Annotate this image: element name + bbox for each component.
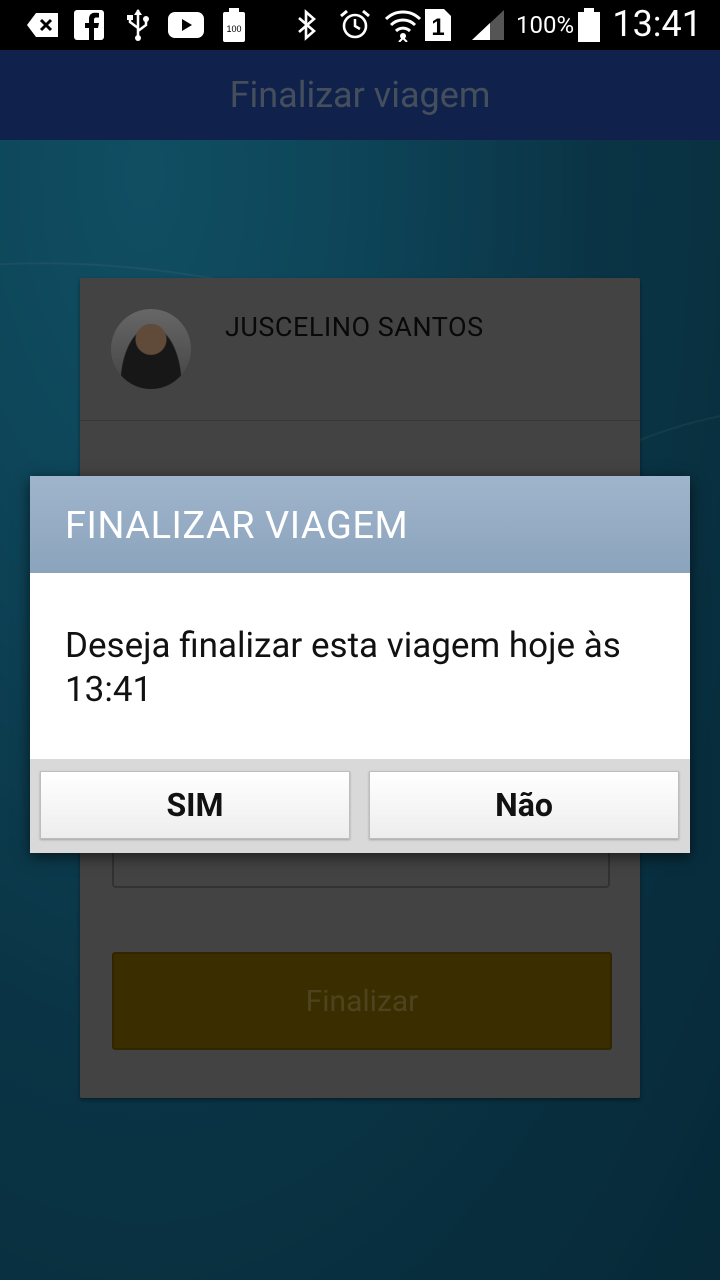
confirm-button-label: SIM bbox=[166, 786, 224, 824]
clock: 13:41 bbox=[612, 3, 702, 45]
facebook-icon bbox=[74, 9, 104, 41]
alarm-icon bbox=[338, 9, 372, 41]
signal-strength-icon bbox=[470, 9, 506, 41]
avatar bbox=[111, 309, 191, 389]
usb-icon bbox=[125, 9, 151, 41]
status-bar: 100 1 100% 13:41 bbox=[0, 0, 720, 50]
cancel-button[interactable]: Não bbox=[369, 771, 679, 839]
wifi-icon bbox=[384, 9, 422, 42]
youtube-icon bbox=[168, 9, 204, 41]
finalize-button[interactable]: Finalizar bbox=[112, 952, 612, 1050]
sim-icon: 1 bbox=[424, 9, 452, 41]
dialog-header: FINALIZAR VIAGEM bbox=[30, 476, 690, 573]
battery-icon bbox=[578, 8, 600, 42]
dialog-button-bar: SIM Não bbox=[30, 759, 690, 853]
app-bar: Finalizar viagem bbox=[0, 50, 720, 140]
dialog-message: Deseja finalizar esta viagem hoje às 13:… bbox=[65, 625, 621, 710]
back-delete-icon bbox=[26, 9, 60, 41]
battery-percent: 100% bbox=[516, 11, 575, 39]
svg-text:100: 100 bbox=[226, 24, 241, 34]
page-title: Finalizar viagem bbox=[229, 74, 491, 116]
confirm-dialog: FINALIZAR VIAGEM Deseja finalizar esta v… bbox=[30, 476, 690, 853]
dialog-title: FINALIZAR VIAGEM bbox=[65, 504, 409, 548]
driver-name: JUSCELINO SANTOS bbox=[225, 311, 484, 343]
bluetooth-icon bbox=[296, 9, 318, 41]
cancel-button-label: Não bbox=[495, 786, 553, 824]
battery-full-small-icon: 100 bbox=[222, 8, 246, 42]
finalize-button-label: Finalizar bbox=[305, 983, 419, 1019]
confirm-button[interactable]: SIM bbox=[40, 771, 350, 839]
divider bbox=[80, 420, 640, 421]
svg-text:1: 1 bbox=[431, 14, 444, 41]
